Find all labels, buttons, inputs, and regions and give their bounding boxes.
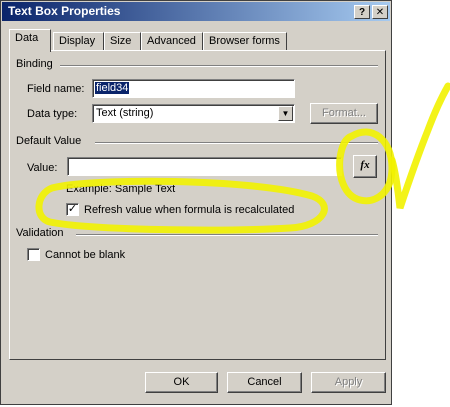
highlight-checkmark-stroke xyxy=(388,82,450,210)
tab-display[interactable]: Display xyxy=(53,32,104,51)
field-name-input[interactable]: field34 xyxy=(92,79,295,98)
binding-divider xyxy=(60,65,378,67)
validation-divider xyxy=(76,234,378,236)
value-label: Value: xyxy=(27,162,58,174)
apply-button[interactable]: Apply xyxy=(311,372,386,393)
cannot-be-blank-label[interactable]: Cannot be blank xyxy=(45,249,125,261)
tab-data[interactable]: Data xyxy=(9,29,51,52)
text-box-properties-dialog: Text Box Properties ? ✕ Data Display Siz… xyxy=(0,0,392,405)
close-icon[interactable]: ✕ xyxy=(372,5,388,19)
formula-fx-button[interactable]: fx xyxy=(353,155,377,178)
default-value-text[interactable] xyxy=(68,158,341,175)
binding-section-title: Binding xyxy=(16,58,53,70)
chevron-down-icon[interactable]: ▼ xyxy=(278,106,293,121)
field-name-value: field34 xyxy=(95,82,130,94)
default-value-input[interactable] xyxy=(67,157,342,176)
refresh-checkbox-label[interactable]: Refresh value when formula is recalculat… xyxy=(84,204,294,216)
title-bar[interactable]: Text Box Properties ? ✕ xyxy=(2,2,390,21)
tab-size[interactable]: Size xyxy=(104,32,141,51)
tab-strip: Data Display Size Advanced Browser forms xyxy=(9,29,385,52)
refresh-checkbox[interactable]: ✓ xyxy=(66,203,79,216)
data-tab-panel: Binding Field name: field34 Data type: T… xyxy=(9,50,386,360)
ok-button[interactable]: OK xyxy=(145,372,218,393)
data-type-label: Data type: xyxy=(27,108,78,120)
default-value-section-title: Default Value xyxy=(16,135,82,147)
example-text: Example: Sample Text xyxy=(66,183,176,195)
tab-browser-forms[interactable]: Browser forms xyxy=(203,32,287,51)
validation-section-title: Validation xyxy=(16,227,64,239)
data-type-value: Text (string) xyxy=(96,107,154,119)
function-icon: fx xyxy=(360,159,370,171)
data-type-select[interactable]: Text (string) ▼ xyxy=(92,104,295,123)
cancel-button[interactable]: Cancel xyxy=(227,372,302,393)
cannot-be-blank-checkbox[interactable] xyxy=(27,248,40,261)
window-title: Text Box Properties xyxy=(8,4,121,18)
format-button[interactable]: Format... xyxy=(310,103,378,124)
help-icon[interactable]: ? xyxy=(354,5,370,19)
tab-advanced[interactable]: Advanced xyxy=(141,32,203,51)
field-name-label: Field name: xyxy=(27,83,85,95)
default-value-divider xyxy=(95,142,378,144)
